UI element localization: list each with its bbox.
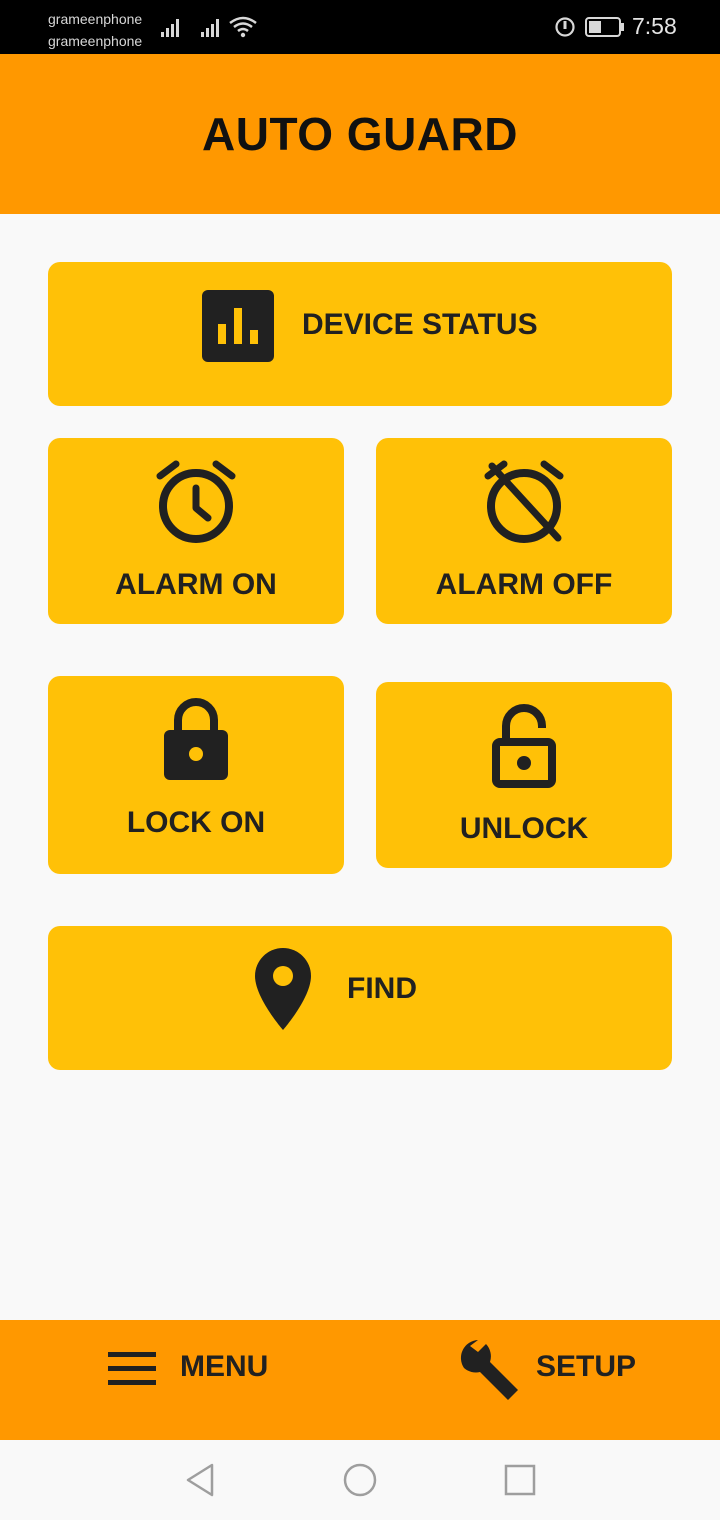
alarm-on-button[interactable]: ALARM ON (48, 438, 344, 624)
alarm-off-label: ALARM OFF (435, 568, 613, 601)
unlock-button[interactable]: UNLOCK (376, 682, 672, 868)
alarm-off-icon (484, 460, 564, 543)
recents-icon[interactable] (502, 1462, 538, 1498)
unlock-label: UNLOCK (459, 812, 589, 845)
carrier-1: grameenphone (48, 11, 143, 27)
signal-icon (201, 19, 219, 37)
menu-label: MENU (180, 1350, 269, 1383)
status-bar: grameenphone grameenphone 7:58 (0, 0, 720, 54)
device-status-button[interactable]: DEVICE STATUS (48, 262, 672, 406)
home-icon[interactable] (342, 1462, 378, 1498)
find-button[interactable]: FIND (48, 926, 672, 1070)
bottom-bar: MENU SETUP (0, 1320, 720, 1440)
lock-open-icon (492, 704, 556, 788)
alarm-off-button[interactable]: ALARM OFF (376, 438, 672, 624)
device-status-label: DEVICE STATUS (302, 308, 538, 341)
wifi-icon (229, 16, 257, 38)
alarm-clock-icon (156, 460, 236, 543)
wrench-icon (460, 1340, 518, 1400)
menu-button[interactable]: MENU (96, 1320, 296, 1440)
clock: 7:58 (632, 13, 677, 39)
battery-icon (585, 17, 624, 37)
app-bar: AUTO GUARD (0, 54, 720, 214)
back-icon[interactable] (182, 1462, 218, 1498)
alarm-on-label: ALARM ON (115, 568, 277, 601)
signal-icon (161, 19, 179, 37)
setup-button[interactable]: SETUP (448, 1320, 678, 1440)
system-nav-bar (0, 1440, 720, 1520)
lock-icon (164, 698, 228, 780)
lock-on-label: LOCK ON (126, 806, 266, 839)
location-pin-icon (255, 948, 311, 1030)
app-title: AUTO GUARD (202, 108, 518, 160)
find-label: FIND (347, 972, 417, 1005)
bar-chart-icon (202, 290, 274, 362)
carrier-names: grameenphone grameenphone (48, 8, 142, 52)
carrier-2: grameenphone (48, 33, 143, 49)
setup-label: SETUP (536, 1350, 637, 1383)
lock-on-button[interactable]: LOCK ON (48, 676, 344, 874)
hamburger-menu-icon (108, 1352, 156, 1385)
do-not-disturb-icon (555, 17, 575, 37)
